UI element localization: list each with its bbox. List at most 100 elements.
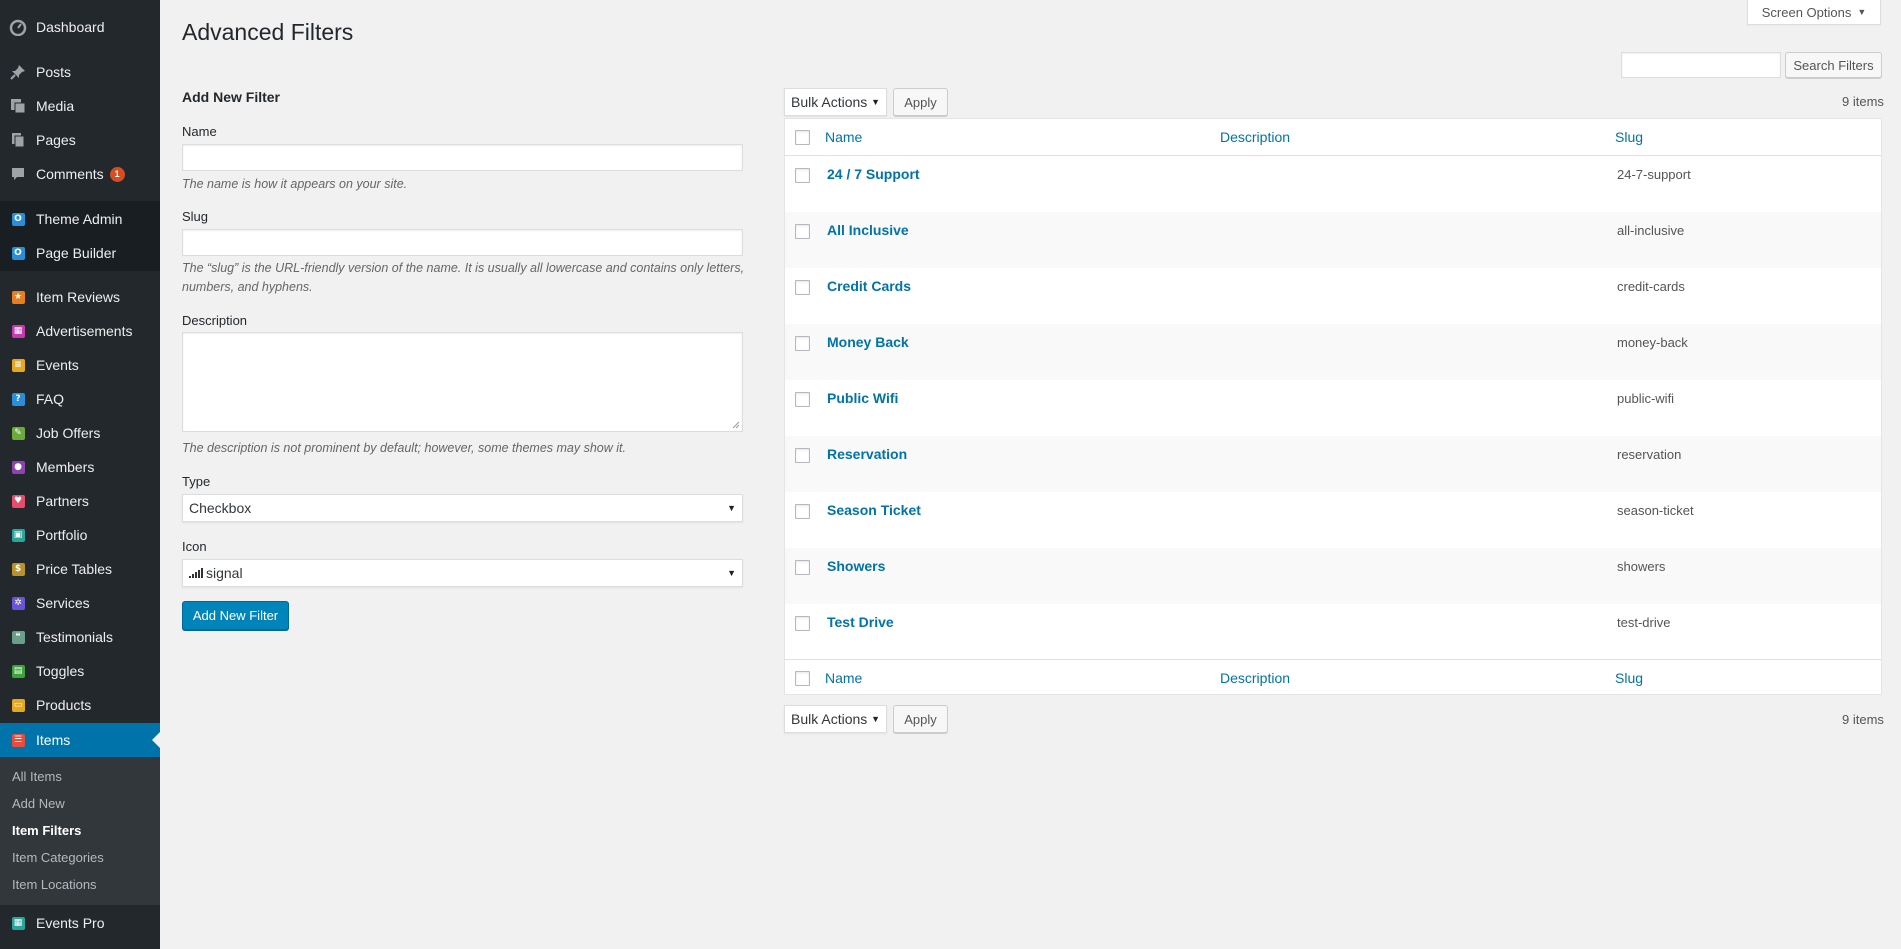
- screen-options-label: Screen Options: [1761, 4, 1852, 20]
- events-pro-icon: ▦: [8, 913, 28, 933]
- menu-item-reviews[interactable]: ★ Item Reviews: [0, 280, 160, 314]
- apply-button-top[interactable]: Apply: [893, 88, 948, 116]
- menu-label: Posts: [36, 64, 72, 80]
- row-name-link[interactable]: Showers: [827, 558, 885, 574]
- menu-portfolio[interactable]: ▣ Portfolio: [0, 518, 160, 552]
- menu-label: Portfolio: [36, 527, 88, 543]
- row-name-link[interactable]: Public Wifi: [827, 390, 898, 406]
- table-row: All Inclusive all-inclusive: [785, 212, 1881, 268]
- bulk-actions-select-bottom[interactable]: Bulk Actions ▼: [784, 705, 887, 733]
- events-icon: ≡: [8, 355, 28, 375]
- icon-select[interactable]: signal ▼: [182, 559, 743, 587]
- row-name-link[interactable]: Season Ticket: [827, 502, 921, 518]
- row-checkbox[interactable]: [795, 336, 810, 351]
- menu-pages[interactable]: Pages: [0, 123, 160, 157]
- media-icon: [8, 96, 28, 116]
- submenu-item-locations[interactable]: Item Locations: [12, 877, 97, 892]
- row-slug: test-drive: [1617, 615, 1671, 630]
- table-row: Showers showers: [785, 548, 1881, 604]
- row-checkbox[interactable]: [795, 168, 810, 183]
- row-checkbox[interactable]: [795, 504, 810, 519]
- menu-partners[interactable]: ♥ Partners: [0, 484, 160, 518]
- menu-comments[interactable]: Comments 1: [0, 157, 160, 191]
- menu-page-builder[interactable]: O Page Builder: [0, 236, 160, 270]
- row-name-link[interactable]: Test Drive: [827, 614, 894, 630]
- menu-items[interactable]: ☰ Items: [0, 723, 160, 757]
- row-checkbox[interactable]: [795, 560, 810, 575]
- bulk-actions-value: Bulk Actions: [791, 94, 868, 110]
- caret-down-icon: ▼: [871, 714, 880, 724]
- add-filter-heading: Add New Filter: [182, 89, 281, 105]
- menu-label: FAQ: [36, 391, 65, 407]
- row-name-link[interactable]: Credit Cards: [827, 278, 911, 294]
- menu-dashboard[interactable]: Dashboard: [0, 10, 160, 44]
- search-filters-input[interactable]: [1621, 52, 1781, 78]
- row-checkbox[interactable]: [795, 280, 810, 295]
- menu-media[interactable]: Media: [0, 89, 160, 123]
- menu-members[interactable]: ● Members: [0, 450, 160, 484]
- menu-label: Job Offers: [36, 425, 101, 441]
- pages-icon: [8, 130, 28, 150]
- menu-advertisements[interactable]: ▦ Advertisements: [0, 314, 160, 348]
- submenu-all-items[interactable]: All Items: [12, 769, 62, 784]
- name-field[interactable]: [182, 144, 743, 171]
- search-filters-button[interactable]: Search Filters: [1785, 52, 1882, 78]
- advertisements-icon: ▦: [8, 321, 28, 341]
- row-name-link[interactable]: 24 / 7 Support: [827, 166, 920, 182]
- screen-options-button[interactable]: Screen Options ▼: [1747, 0, 1881, 25]
- select-all-checkbox-bottom[interactable]: [795, 671, 810, 686]
- table-row: Credit Cards credit-cards: [785, 268, 1881, 324]
- name-hint: The name is how it appears on your site.: [182, 177, 408, 191]
- type-select[interactable]: Checkbox ▼: [182, 494, 743, 522]
- resize-handle-icon[interactable]: [732, 421, 740, 429]
- name-label: Name: [182, 124, 217, 139]
- column-slug-header[interactable]: Slug: [1615, 129, 1643, 145]
- slug-field[interactable]: [182, 229, 743, 256]
- column-name-header[interactable]: Name: [825, 129, 862, 145]
- page-builder-icon: O: [8, 243, 28, 263]
- menu-events[interactable]: ≡ Events: [0, 348, 160, 382]
- menu-services[interactable]: ✲ Services: [0, 586, 160, 620]
- icon-label: Icon: [182, 539, 207, 554]
- menu-events-pro[interactable]: ▦ Events Pro: [0, 906, 160, 940]
- bulk-actions-select-top[interactable]: Bulk Actions ▼: [784, 88, 887, 116]
- row-name-link[interactable]: Reservation: [827, 446, 907, 462]
- menu-posts[interactable]: Posts: [0, 55, 160, 89]
- table-row: Season Ticket season-ticket: [785, 492, 1881, 548]
- column-description-header[interactable]: Description: [1220, 129, 1290, 145]
- column-name-footer[interactable]: Name: [825, 670, 862, 686]
- menu-job-offers[interactable]: ✎ Job Offers: [0, 416, 160, 450]
- row-checkbox[interactable]: [795, 392, 810, 407]
- items-count-bottom: 9 items: [1842, 712, 1884, 727]
- row-checkbox[interactable]: [795, 224, 810, 239]
- select-all-checkbox[interactable]: [795, 130, 810, 145]
- row-slug: reservation: [1617, 447, 1682, 462]
- table-row: 24 / 7 Support 24-7-support: [785, 156, 1881, 212]
- menu-theme-admin[interactable]: O Theme Admin: [0, 202, 160, 236]
- row-name-link[interactable]: Money Back: [827, 334, 909, 350]
- caret-down-icon: ▼: [727, 503, 736, 513]
- menu-faq[interactable]: ? FAQ: [0, 382, 160, 416]
- slug-label: Slug: [182, 209, 209, 224]
- apply-button-bottom[interactable]: Apply: [893, 705, 948, 733]
- row-checkbox[interactable]: [795, 448, 810, 463]
- menu-price-tables[interactable]: $ Price Tables: [0, 552, 160, 586]
- submenu-item-categories[interactable]: Item Categories: [12, 850, 104, 865]
- menu-label: Pages: [36, 132, 76, 148]
- row-checkbox[interactable]: [795, 616, 810, 631]
- menu-toggles[interactable]: ▤ Toggles: [0, 654, 160, 688]
- column-slug-footer[interactable]: Slug: [1615, 670, 1643, 686]
- menu-testimonials[interactable]: ❝ Testimonials: [0, 620, 160, 654]
- menu-products[interactable]: ▭ Products: [0, 688, 160, 722]
- description-textarea[interactable]: [182, 332, 743, 432]
- dollar-icon: $: [8, 559, 28, 579]
- apply-label: Apply: [904, 711, 937, 727]
- job-offers-icon: ✎: [8, 423, 28, 443]
- row-name-link[interactable]: All Inclusive: [827, 222, 909, 238]
- submenu-item-filters[interactable]: Item Filters: [12, 823, 81, 838]
- column-description-footer[interactable]: Description: [1220, 670, 1290, 686]
- table-row: Public Wifi public-wifi: [785, 380, 1881, 436]
- heart-icon: ♥: [8, 491, 28, 511]
- submenu-add-new[interactable]: Add New: [12, 796, 65, 811]
- add-new-filter-button[interactable]: Add New Filter: [182, 601, 289, 630]
